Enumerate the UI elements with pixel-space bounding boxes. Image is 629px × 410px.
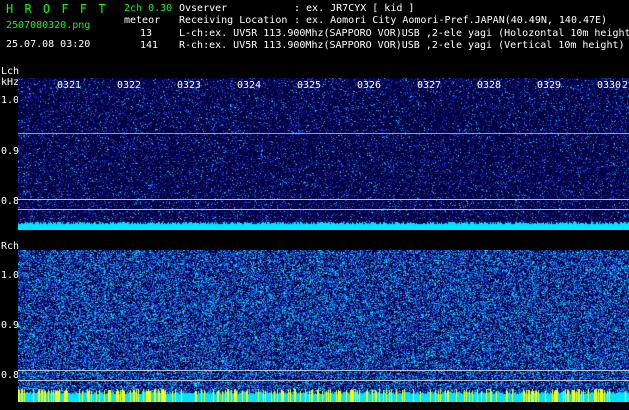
time-tick-0325: 0325 [297, 80, 322, 91]
observer-label: Ovserver [179, 3, 228, 14]
lch-signal-line [18, 133, 629, 134]
time-tick-0324: 0324 [237, 80, 262, 91]
rch-spectrogram[interactable] [18, 250, 629, 402]
lch-unit: kHz [1, 77, 20, 88]
meteor-count-rch: 141 [140, 40, 159, 51]
lch-ytick-1.0: 1.0 [1, 95, 20, 106]
rch-ytick-1.0: 1.0 [1, 270, 20, 281]
lch-ytick-0.9: 0.9 [1, 146, 20, 157]
datetime-label: 25.07.08 03:20 [6, 39, 91, 50]
rch-ytick-0.8: 0.8 [1, 370, 20, 381]
location-value: : ex. Aomori City Aomori-Pref.JAPAN(40.4… [294, 15, 608, 26]
rch-label: Rch [1, 241, 20, 252]
meteor-label: meteor [124, 15, 161, 26]
channel-info: 2ch 0.30 [124, 3, 173, 14]
location-label: Receiving Location [179, 15, 288, 26]
time-tick-0323: 0323 [177, 80, 202, 91]
app-logo: H R O F F T [6, 2, 108, 16]
rch-guide-line [18, 380, 629, 381]
lch-receiver-info: L-ch:ex. UV5R 113.900Mhz(SAPPORO VOR)USB… [179, 28, 629, 39]
observer-value: : ex. JR7CYX [ kid ] [294, 3, 415, 14]
time-tick-edge: 2 [622, 80, 629, 91]
lch-ytick-0.8: 0.8 [1, 196, 20, 207]
time-tick-0321: 0321 [57, 80, 82, 91]
lch-guide-line [18, 209, 629, 210]
time-tick-0327: 0327 [417, 80, 442, 91]
lch-spectrogram[interactable] [18, 78, 629, 230]
time-tick-0322: 0322 [117, 80, 142, 91]
meteor-count-lch: 13 [140, 28, 153, 39]
rch-guide-line [18, 370, 629, 371]
time-tick-0330: 0330 [597, 80, 622, 91]
filename-label: 2507080320.png [6, 20, 91, 31]
rch-receiver-info: R-ch:ex. UV5R 113.900Mhz(SAPPORO VOR)USB… [179, 40, 625, 51]
lch-guide-line [18, 199, 629, 200]
lch-label: Lch [1, 66, 20, 77]
time-tick-0326: 0326 [357, 80, 382, 91]
rch-ytick-0.9: 0.9 [1, 320, 20, 331]
time-tick-0328: 0328 [477, 80, 502, 91]
time-tick-0329: 0329 [537, 80, 562, 91]
